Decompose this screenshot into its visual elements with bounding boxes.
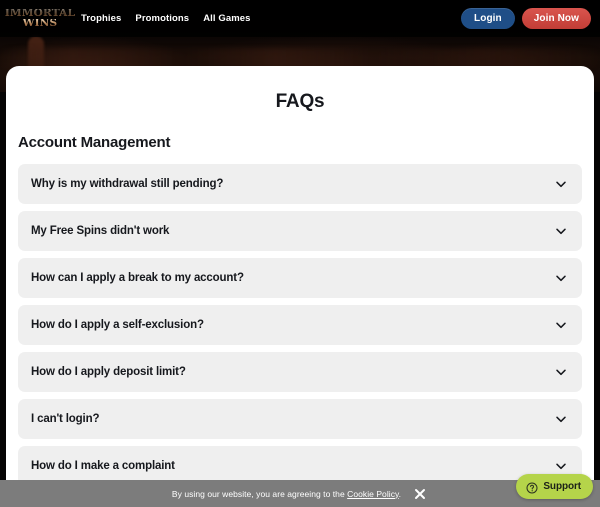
chevron-down-icon[interactable] (554, 224, 568, 238)
page-title: FAQs (275, 91, 325, 112)
chevron-down-icon[interactable] (554, 412, 568, 426)
faq-question-label: Why is my withdrawal still pending? (31, 178, 224, 190)
support-label: Support (543, 481, 581, 492)
chevron-down-icon[interactable] (554, 177, 568, 191)
faq-accordion-item[interactable]: My Free Spins didn't work (18, 211, 582, 251)
logo-line-2: WINS (22, 16, 58, 29)
support-widget-button[interactable]: Support (516, 474, 593, 499)
faq-question-label: How do I make a complaint (31, 460, 175, 472)
site-logo[interactable]: IMMORTAL WINS (5, 5, 75, 33)
chevron-down-icon[interactable] (554, 365, 568, 379)
cookie-consent-text: By using our website, you are agreeing t… (172, 489, 401, 499)
section-title: Account Management (18, 134, 171, 151)
faq-accordion-item[interactable]: I can't login? (18, 399, 582, 439)
main-navigation: Trophies Promotions All Games (81, 13, 251, 24)
header-actions: Login Join Now (461, 8, 591, 29)
nav-item-trophies[interactable]: Trophies (81, 13, 121, 24)
chevron-down-icon[interactable] (554, 318, 568, 332)
chevron-down-icon[interactable] (554, 271, 568, 285)
page-root: IMMORTAL WINS Trophies Promotions All Ga… (0, 0, 600, 507)
cookie-text-before: By using our website, you are agreeing t… (171, 488, 345, 499)
login-button[interactable]: Login (461, 8, 515, 29)
faq-accordion-item[interactable]: How do I apply deposit limit? (18, 352, 582, 392)
nav-item-promotions[interactable]: Promotions (135, 13, 189, 24)
faq-question-label: I can't login? (31, 413, 100, 425)
cookie-policy-link[interactable]: Cookie Policy (347, 489, 399, 499)
faq-question-label: My Free Spins didn't work (31, 225, 170, 237)
faq-accordion-item[interactable]: How do I apply a self-exclusion? (18, 305, 582, 345)
faq-accordion-item[interactable]: Why is my withdrawal still pending? (18, 164, 582, 204)
nav-item-all-games[interactable]: All Games (203, 13, 250, 24)
question-circle-icon (526, 481, 538, 493)
chevron-down-icon[interactable] (554, 459, 568, 473)
faq-question-label: How do I apply deposit limit? (31, 366, 186, 378)
cookie-consent-banner: By using our website, you are agreeing t… (0, 480, 600, 507)
faq-content-card: FAQs Account Management Why is my withdr… (6, 66, 594, 507)
site-header: IMMORTAL WINS Trophies Promotions All Ga… (0, 0, 600, 37)
faq-question-label: How do I apply a self-exclusion? (31, 319, 204, 331)
join-now-button[interactable]: Join Now (521, 8, 591, 29)
faq-question-label: How can I apply a break to my account? (31, 272, 244, 284)
faq-accordion-item[interactable]: How can I apply a break to my account? (18, 258, 582, 298)
faq-accordion-list: Why is my withdrawal still pending? My F… (6, 164, 594, 486)
cookie-text-after: . (398, 488, 402, 499)
close-icon[interactable] (412, 486, 428, 502)
hero-decorative-band (0, 48, 600, 68)
